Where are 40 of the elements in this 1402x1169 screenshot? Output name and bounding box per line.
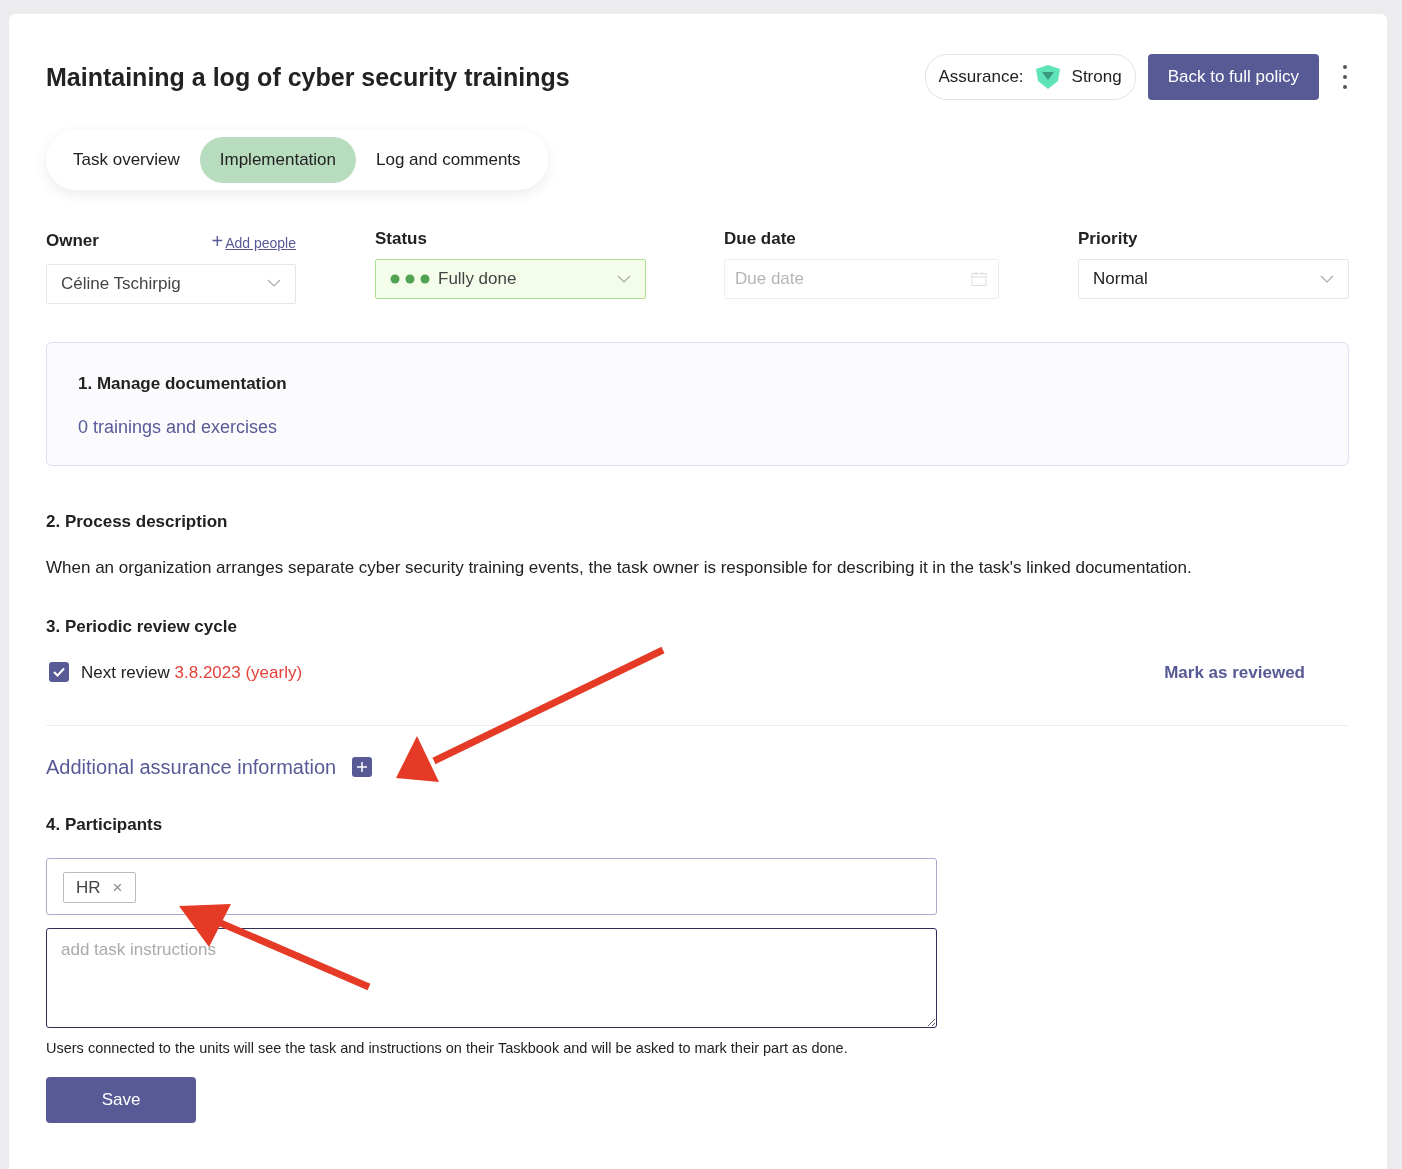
add-people-link[interactable]: +Add people: [211, 225, 296, 256]
status-select[interactable]: Fully done: [375, 259, 646, 299]
priority-select[interactable]: Normal: [1078, 259, 1349, 299]
section-title: 3. Periodic review cycle: [46, 616, 238, 638]
mark-reviewed-link[interactable]: Mark as reviewed: [1164, 659, 1305, 685]
section-title: 2. Process description: [46, 511, 229, 533]
additional-info-link[interactable]: Additional assurance information: [46, 752, 337, 782]
section-title: 4. Participants: [46, 814, 164, 836]
page-title: Maintaining a log of cyber security trainings: [46, 62, 570, 92]
help-text: Users connected to the units will see the task and instructions on their Taskbook and will be asked to mark their part as done.: [46, 1038, 849, 1058]
owner-select[interactable]: Céline Tschirpig: [46, 263, 296, 304]
tab[interactable]: Log and comments: [356, 137, 541, 183]
due-date-field[interactable]: Due date: [724, 259, 999, 299]
chevron-down-icon: [267, 279, 281, 288]
checkbox[interactable]: [49, 662, 69, 683]
save-button[interactable]: Save: [46, 1077, 196, 1123]
next-review-text: Next review 3.8.2023 (yearly): [81, 661, 303, 684]
remove-tag-icon[interactable]: ×: [112, 874, 123, 900]
field-label: Owner: [46, 229, 99, 252]
field-label: Status: [375, 227, 428, 250]
tab[interactable]: Implementation: [199, 137, 356, 183]
process-description: When an organization arranges separate cyber security training events, the task owner is responsible for describing it in the task's linked documentation.: [46, 556, 1193, 579]
plus-icon: +: [211, 229, 224, 252]
section-title: 1. Manage documentation: [78, 372, 288, 395]
field-label: Priority: [1078, 227, 1139, 250]
instructions-field[interactable]: add task instructions: [46, 927, 937, 1028]
shield-icon: [1033, 63, 1062, 91]
chevron-down-icon: [617, 274, 631, 284]
status-dots-icon: [390, 274, 430, 284]
participants-field[interactable]: HR ×: [46, 857, 937, 915]
add-icon[interactable]: [352, 757, 373, 777]
field-label: Due date: [724, 227, 797, 250]
tag-label: HR: [76, 876, 101, 899]
back-button[interactable]: Back to full policy: [1147, 54, 1319, 100]
checkmark-icon: [53, 667, 65, 678]
tab[interactable]: Task overview: [53, 137, 200, 183]
assurance-value: Strong: [1071, 66, 1122, 89]
assurance-label: Assurance:: [938, 66, 1024, 89]
chevron-down-icon: [1320, 274, 1334, 284]
trainings-link[interactable]: 0 trainings and exercises: [78, 414, 278, 441]
